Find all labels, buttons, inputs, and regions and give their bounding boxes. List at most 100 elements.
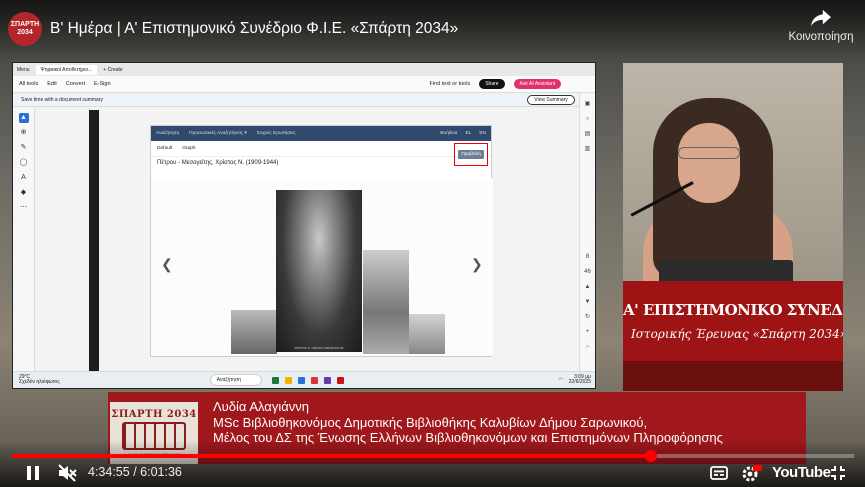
pdf-icon xyxy=(336,376,344,384)
taskbar-apps xyxy=(271,376,344,384)
share-label: Κοινοποίηση xyxy=(788,31,854,43)
settings-hd-icon xyxy=(742,465,762,482)
fullscreen-exit-icon xyxy=(831,466,845,480)
cursor-icon: ▲ xyxy=(18,113,29,123)
search-icon: ○ xyxy=(585,116,590,122)
time-separator: / xyxy=(129,465,141,479)
time-current: 4:34:55 xyxy=(88,465,130,479)
nav-help: Βοήθεια xyxy=(440,131,458,136)
speaker-camera: Α' ΕΠΙΣΤΗΜΟΝΙΚΟ ΣΥΝΕΔΡΙΟ Ιστορικής Έρευν… xyxy=(623,63,843,391)
projected-screen: Menu Ψηφιακοί Αποθετήριο... + Create All… xyxy=(12,62,596,389)
page-up-icon: ▲ xyxy=(584,284,591,290)
photo-gallery: ❮ ΧΡΙΣΤΟΣ Ν. ΠΕΤΡΟΥ-ΜΕΣΟΓΕΙΤΗΣ ❯ xyxy=(151,178,493,356)
clock-date: 22/6/2025 xyxy=(568,379,591,385)
page-number: 8 xyxy=(585,254,590,260)
summary-notice: Save time with a document summary View S… xyxy=(13,93,595,107)
channel-avatar-text: ΣΠΑΡΤΗ 2034 xyxy=(10,21,40,36)
settings-button[interactable] xyxy=(740,463,764,483)
find-field: Find text or tools xyxy=(429,81,471,87)
photo-thumb-far-right xyxy=(409,314,445,354)
photo-thumb-right xyxy=(363,250,409,354)
os-taskbar: 29°C Σχεδόν ηλιόφωτος Αναζήτηση ◠ 3:09 μ… xyxy=(13,371,595,388)
preview-highlight: Προβολή xyxy=(454,143,488,166)
player-top-bar: ΣΠΑΡΤΗ 2034 Β' Ημέρα | Α' Επιστημονικό Σ… xyxy=(0,0,865,60)
tab-graph: Graph xyxy=(182,146,196,151)
speaker-glasses xyxy=(678,147,740,159)
player-controls xyxy=(0,440,865,487)
pen-icon: ✎ xyxy=(20,144,27,151)
channel-avatar[interactable]: ΣΠΑΡΤΗ 2034 xyxy=(8,12,42,46)
tool-convert: Convert xyxy=(65,81,86,87)
tool-edit: Edit xyxy=(47,81,57,87)
right-tool-rail: ▣ ○ ▤ ▥ 8 46 ▲ ▼ ↻ + − xyxy=(579,93,595,388)
browser-tabbar: Menu Ψηφιακοί Αποθετήριο... + Create xyxy=(13,63,595,76)
comment-icon: ▣ xyxy=(584,101,591,107)
text-icon: A xyxy=(21,174,26,181)
fullscreen-button[interactable] xyxy=(828,463,848,483)
attach-icon: ▥ xyxy=(584,146,591,152)
zoom-in-icon: + xyxy=(585,329,590,335)
repository-nav: Αναζήτηση Προσωπικές Αναζητήσεις ▾ Συχνέ… xyxy=(151,126,491,141)
record-title: Πέτρου - Μεσογείτης, Χρίστος Ν. (1909-19… xyxy=(157,160,279,166)
weather-text: Σχεδόν ηλιόφωτος xyxy=(19,379,60,385)
banner-line2: Ιστορικής Έρευνας «Σπάρτη 2034» xyxy=(631,327,843,341)
tab-create: + Create xyxy=(103,66,123,73)
portrait-photo: ΧΡΙΣΤΟΣ Ν. ΠΕΤΡΟΥ-ΜΕΣΟΓΕΙΤΗΣ xyxy=(276,190,362,352)
logo-text: ΣΠΑΡΤΗ 2034 xyxy=(111,409,197,420)
app-icon xyxy=(310,376,318,384)
page-count: 46 xyxy=(584,269,591,275)
video-frame[interactable]: Menu Ψηφιακοί Αποθετήριο... + Create All… xyxy=(0,0,865,487)
edge-icon xyxy=(297,376,305,384)
weather-widget: 29°C Σχεδόν ηλιόφωτος xyxy=(19,374,60,386)
speaker-face xyxy=(678,123,740,203)
nav-faq: Συχνές Ερωτήσεις xyxy=(256,131,296,136)
tool-all-tools: All tools xyxy=(19,81,39,87)
clock: 3:09 μμ 22/6/2025 xyxy=(568,374,591,386)
youtube-logo[interactable]: YouTube xyxy=(772,464,831,481)
photo-caption: ΧΡΙΣΤΟΣ Ν. ΠΕΤΡΟΥ-ΜΕΣΟΓΕΙΤΗΣ xyxy=(294,346,344,350)
taskbar-search: Αναζήτηση xyxy=(209,374,262,386)
time-display: 4:34:55 / 6:01:36 xyxy=(88,465,182,479)
time-total: 6:01:36 xyxy=(140,465,182,479)
wifi-icon: ◠ xyxy=(558,377,563,383)
video-title[interactable]: Β' Ημέρα | Α' Επιστημονικό Συνέδριο Φ.Ι.… xyxy=(50,20,458,38)
chevron-left-icon: ❮ xyxy=(161,256,173,272)
pause-icon xyxy=(27,466,39,480)
progress-bar[interactable] xyxy=(12,450,854,462)
captions-icon xyxy=(710,466,728,480)
speaker-title-line1: MSc Βιβλιοθηκονόμος Δημοτικής Βιβλιοθήκη… xyxy=(213,415,648,430)
preview-button: Προβολή xyxy=(458,150,484,159)
reader-toolbar: All tools Edit Convert E-Sign Find text … xyxy=(13,76,595,93)
zoom-out-icon: − xyxy=(585,344,590,350)
play-pause-button[interactable] xyxy=(22,463,44,483)
view-summary-button: View Summary xyxy=(527,94,575,105)
left-tool-rail: ▲ ⊕ ✎ ◯ A ◆ ⋯ xyxy=(13,108,35,388)
lasso-icon: ◯ xyxy=(19,159,28,166)
notice-text: Save time with a document summary xyxy=(21,96,103,103)
mute-button[interactable] xyxy=(56,463,78,483)
progress-scrubber[interactable] xyxy=(645,450,658,462)
tab-default: Default xyxy=(157,146,173,151)
stamp-icon: ◆ xyxy=(20,189,27,196)
folder-icon xyxy=(284,376,292,384)
nav-lang-el: EL xyxy=(465,131,472,136)
chevron-right-icon: ❯ xyxy=(471,256,483,272)
tab-repository: Ψηφιακοί Αποθετήριο... xyxy=(35,64,98,75)
captions-button[interactable] xyxy=(708,463,730,483)
more-icon: ⋯ xyxy=(20,204,27,211)
mute-icon xyxy=(58,464,77,482)
tab-menu: Menu xyxy=(17,66,30,73)
conference-banner: Α' ΕΠΙΣΤΗΜΟΝΙΚΟ ΣΥΝΕΔΡΙΟ Ιστορικής Έρευν… xyxy=(623,281,843,361)
page-edge xyxy=(89,110,99,372)
progress-fill xyxy=(12,454,652,458)
zoom-icon: ⊕ xyxy=(20,129,27,136)
app-icon xyxy=(271,376,279,384)
nav-lang-en: EN xyxy=(479,131,486,136)
tool-esign: E-Sign xyxy=(94,81,111,87)
repository-page: Αναζήτηση Προσωπικές Αναζητήσεις ▾ Συχνέ… xyxy=(150,125,493,357)
photo-thumb-left xyxy=(231,310,277,354)
nav-search: Αναζήτηση xyxy=(156,131,180,136)
share-button[interactable]: Κοινοποίηση xyxy=(782,8,860,52)
view-tabs: Default Graph Προβολή xyxy=(151,141,491,166)
page-down-icon: ▼ xyxy=(584,299,591,305)
